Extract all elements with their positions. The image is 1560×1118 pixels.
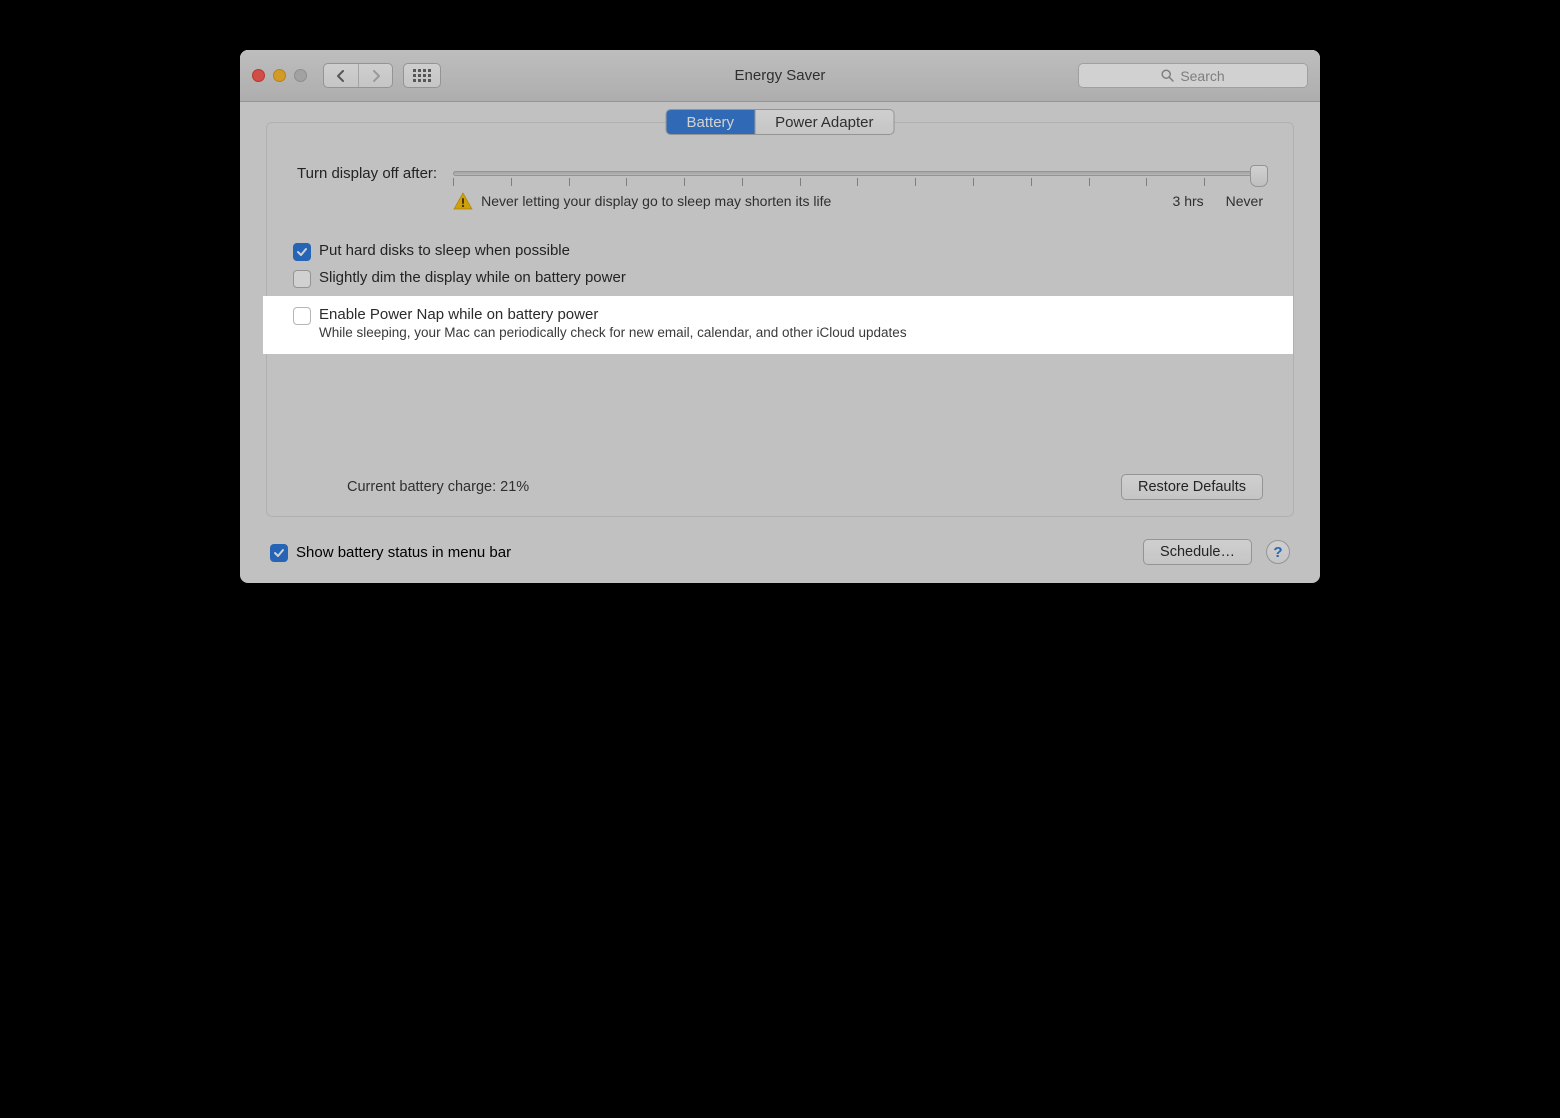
tabs: Battery Power Adapter bbox=[666, 109, 895, 135]
label-hard-disks: Put hard disks to sleep when possible bbox=[319, 242, 570, 259]
power-nap-text-block: Enable Power Nap while on battery power … bbox=[319, 306, 907, 340]
tab-battery[interactable]: Battery bbox=[667, 110, 755, 134]
check-row-hard-disks: Put hard disks to sleep when possible bbox=[293, 238, 1263, 265]
zoom-icon bbox=[294, 69, 307, 82]
panel-bottom-row: Current battery charge: 21% Restore Defa… bbox=[297, 474, 1263, 500]
display-sleep-slider[interactable] bbox=[453, 171, 1263, 176]
checkmark-icon bbox=[296, 246, 308, 258]
check-row-power-nap: Enable Power Nap while on battery power … bbox=[263, 296, 1293, 354]
warning-icon bbox=[453, 192, 473, 210]
footer-row: Show battery status in menu bar Schedule… bbox=[266, 539, 1294, 565]
toolbar: Energy Saver Search bbox=[240, 50, 1320, 102]
prefs-window: Energy Saver Search Battery Power Adapte… bbox=[240, 50, 1320, 583]
slider-warning-row: Never letting your display go to sleep m… bbox=[453, 192, 1263, 210]
label-dim-display: Slightly dim the display while on batter… bbox=[319, 269, 626, 286]
search-input[interactable]: Search bbox=[1078, 63, 1308, 88]
panel-inner: Turn display off after: bbox=[267, 123, 1293, 500]
display-sleep-label: Turn display off after: bbox=[297, 165, 437, 182]
label-show-battery: Show battery status in menu bar bbox=[296, 544, 511, 561]
slider-thumb[interactable] bbox=[1250, 165, 1268, 187]
footer-right: Schedule… ? bbox=[1143, 539, 1290, 565]
battery-charge-label: Current battery charge: 21% bbox=[347, 479, 529, 495]
slider-label-never: Never bbox=[1226, 193, 1263, 209]
label-power-nap-sub: While sleeping, your Mac can periodicall… bbox=[319, 325, 907, 340]
label-power-nap: Enable Power Nap while on battery power bbox=[319, 306, 907, 323]
content: Battery Power Adapter Turn display off a… bbox=[240, 102, 1320, 583]
help-button[interactable]: ? bbox=[1266, 540, 1290, 564]
tab-power-adapter[interactable]: Power Adapter bbox=[754, 110, 893, 134]
checkbox-show-battery[interactable] bbox=[270, 544, 288, 562]
chevron-left-icon bbox=[336, 70, 346, 82]
display-sleep-slider-wrap: Never letting your display go to sleep m… bbox=[453, 165, 1263, 210]
schedule-button[interactable]: Schedule… bbox=[1143, 539, 1252, 565]
minimize-icon[interactable] bbox=[273, 69, 286, 82]
close-icon[interactable] bbox=[252, 69, 265, 82]
checkbox-dim-display[interactable] bbox=[293, 270, 311, 288]
forward-button[interactable] bbox=[358, 64, 392, 87]
restore-defaults-button[interactable]: Restore Defaults bbox=[1121, 474, 1263, 500]
show-all-button[interactable] bbox=[403, 63, 441, 88]
chevron-right-icon bbox=[371, 70, 381, 82]
nav-segment bbox=[323, 63, 393, 88]
check-row-dim-display: Slightly dim the display while on batter… bbox=[293, 265, 1263, 292]
search-placeholder: Search bbox=[1180, 68, 1224, 84]
back-button[interactable] bbox=[324, 64, 358, 87]
slider-ticks bbox=[453, 178, 1263, 186]
settings-panel: Battery Power Adapter Turn display off a… bbox=[266, 122, 1294, 517]
slider-warning-text: Never letting your display go to sleep m… bbox=[481, 193, 831, 209]
grid-icon bbox=[413, 69, 431, 82]
checklist: Put hard disks to sleep when possible Sl… bbox=[293, 238, 1263, 354]
checkbox-hard-disks[interactable] bbox=[293, 243, 311, 261]
checkbox-power-nap[interactable] bbox=[293, 307, 311, 325]
slider-label-3hrs: 3 hrs bbox=[1173, 193, 1204, 209]
checkmark-icon bbox=[273, 547, 285, 559]
traffic-lights bbox=[252, 69, 307, 82]
display-sleep-row: Turn display off after: bbox=[297, 165, 1263, 210]
search-icon bbox=[1161, 69, 1174, 82]
footer-left: Show battery status in menu bar bbox=[270, 543, 511, 562]
